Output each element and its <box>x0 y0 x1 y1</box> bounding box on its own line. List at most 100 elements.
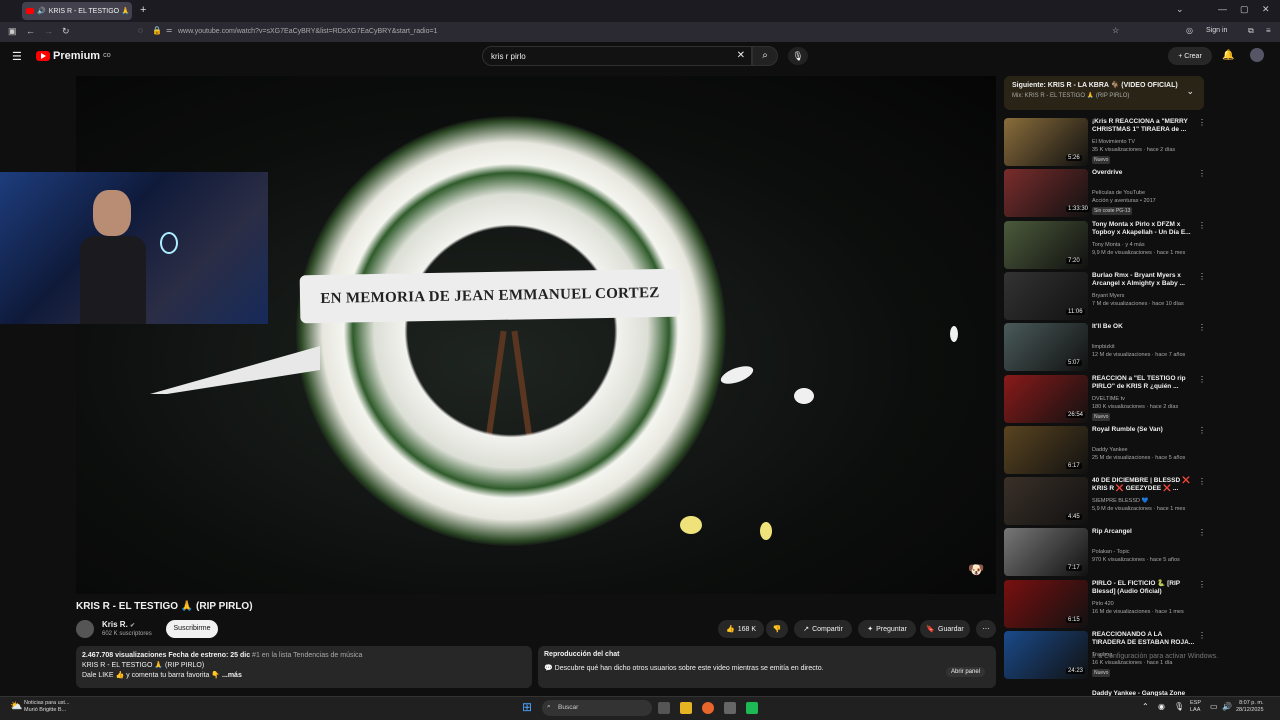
up-next-panel[interactable]: Siguiente: KRIS R - LA KBRA 🐐 (VIDEO OFI… <box>1004 76 1204 110</box>
search-input[interactable]: kris r pirlo ✕ <box>482 46 752 66</box>
calculator-icon[interactable] <box>724 702 736 714</box>
recommendation-item[interactable]: 4:45 40 DE DICIEMBRE | BLESSD ❌ KRIS R ❌ … <box>1004 477 1206 526</box>
task-view-icon[interactable] <box>658 702 670 714</box>
recommendation-item[interactable]: 11:06 Burlao Rmx - Bryant Myers x Arcange… <box>1004 271 1206 320</box>
recommendation-title[interactable]: REACCIONANDO A LA TIRADERA DE ESTABAN RO… <box>1092 631 1196 647</box>
app-icon[interactable] <box>746 702 758 714</box>
share-button[interactable]: ↗ Compartir <box>794 620 852 638</box>
address-bar[interactable]: www.youtube.com/watch?v=sXG7EaCyBRY&list… <box>178 28 437 35</box>
channel-name[interactable]: Kris R. ✔ <box>102 620 135 629</box>
recommendation-channel[interactable]: Daddy Yankee <box>1092 447 1128 453</box>
description-box[interactable]: 2.467.708 visualizaciones Fecha de estre… <box>76 646 532 688</box>
recommendation-channel[interactable]: Polakan - Topic <box>1092 549 1130 555</box>
recommendation-item[interactable]: 6:17 Royal Rumble (Se Van) Daddy Yankee 25 … <box>1004 425 1206 474</box>
recommendation-channel[interactable]: DVELTIME tv <box>1092 396 1125 402</box>
recommendation-title[interactable]: Rip Arcangel <box>1092 528 1196 536</box>
tray-mic-icon[interactable]: 🎙 <box>1174 702 1184 711</box>
more-options-icon[interactable]: ⋮ <box>1198 272 1206 281</box>
lock-icon[interactable]: 🔒 <box>152 26 162 35</box>
taskbar-search[interactable]: ⌕ Buscar <box>542 700 652 716</box>
like-button[interactable]: 👍 168 K <box>718 620 764 638</box>
recommendation-channel[interactable]: Pirlo 420 <box>1092 601 1114 607</box>
extensions-icon[interactable]: ⧉ <box>1248 26 1254 36</box>
recommendation-item[interactable]: 6:15 PIRLO - EL FICTICIO 🐍 [RIP Blessd] (… <box>1004 579 1206 628</box>
search-button[interactable]: ⌕ <box>752 46 778 66</box>
create-button[interactable]: + Crear <box>1168 47 1212 65</box>
open-panel-button[interactable]: Abrir panel <box>946 667 986 677</box>
more-options-icon[interactable]: ⋮ <box>1198 528 1206 537</box>
bookmark-star-icon[interactable]: ☆ <box>1112 26 1119 35</box>
ask-button[interactable]: ✦ Preguntar <box>858 620 916 638</box>
volume-icon[interactable]: 🔊 <box>1222 702 1232 711</box>
save-button[interactable]: 🔖 Guardar <box>920 620 970 638</box>
recommendation-channel[interactable]: Tony Monta · y 4 más <box>1092 242 1145 248</box>
more-options-icon[interactable]: ⋮ <box>1198 221 1206 230</box>
recommendation-title[interactable]: 40 DE DICIEMBRE | BLESSD ❌ KRIS R ❌ GEEZ… <box>1092 477 1196 493</box>
shield-icon[interactable]: ◌ <box>138 26 143 35</box>
more-options-icon[interactable]: ⋮ <box>1198 477 1206 486</box>
sidebar-icon[interactable]: ▣ <box>8 26 17 37</box>
show-more-link[interactable]: ...más <box>222 672 242 679</box>
weather-icon[interactable]: ⛅ <box>10 701 22 712</box>
user-avatar[interactable] <box>1250 48 1264 62</box>
recommendation-channel[interactable]: Bryant Myers <box>1092 293 1124 299</box>
permissions-icon[interactable]: ⚌ <box>166 26 172 34</box>
windows-start-icon[interactable]: ⊞ <box>522 700 532 714</box>
new-tab-button[interactable]: + <box>140 4 146 16</box>
recommendation-item[interactable]: 5:26 ¡Kris R REACCIONA a "MERRY CHRISTMAS… <box>1004 118 1206 166</box>
news-widget[interactable]: Noticias para ust... Murió Brigitte B... <box>24 700 70 714</box>
more-options-icon[interactable]: ⋮ <box>1198 375 1206 384</box>
more-actions-button[interactable]: ⋯ <box>976 620 996 638</box>
recommendation-title[interactable]: Overdrive <box>1092 169 1196 177</box>
notifications-bell-icon[interactable]: 🔔 <box>1222 50 1234 61</box>
hamburger-menu-icon[interactable]: ☰ <box>12 50 22 63</box>
firefox-icon[interactable] <box>702 702 714 714</box>
back-icon[interactable]: ← <box>26 26 35 36</box>
tray-app-icon[interactable]: ◉ <box>1158 702 1165 711</box>
dislike-button[interactable]: 👎 <box>766 620 788 638</box>
recommendation-channel[interactable]: Películas de YouTube <box>1092 190 1145 196</box>
monitor-icon[interactable]: ▭ <box>1210 702 1218 711</box>
recommendation-item[interactable]: 5:07 It'll Be OK limpbizkit 12 M de visuali… <box>1004 323 1206 372</box>
clear-search-icon[interactable]: ✕ <box>737 50 745 61</box>
forward-icon[interactable]: → <box>44 26 53 36</box>
recommendation-title[interactable]: REACCION a "EL TESTIGO rip PIRLO" de KRI… <box>1092 375 1196 391</box>
channel-watermark-icon[interactable]: 🐶 <box>968 562 984 578</box>
youtube-premium-logo[interactable]: Premium CO <box>36 50 111 62</box>
recommendation-channel[interactable]: limpbizkit <box>1092 344 1115 350</box>
file-explorer-icon[interactable] <box>680 702 692 714</box>
subscribe-button[interactable]: Suscribirme <box>166 620 218 638</box>
more-options-icon[interactable]: ⋮ <box>1198 580 1206 589</box>
recommendation-title[interactable]: ¡Kris R REACCIONA a "MERRY CHRISTMAS 1" … <box>1092 118 1196 134</box>
more-options-icon[interactable]: ⋮ <box>1198 169 1206 178</box>
speaker-icon[interactable]: 🔊 <box>37 7 46 15</box>
minimize-button[interactable]: — <box>1218 4 1227 14</box>
reload-icon[interactable]: ↻ <box>62 26 70 37</box>
tray-chevron-icon[interactable]: ⌃ <box>1142 702 1149 711</box>
voice-search-button[interactable]: 🎙 <box>788 47 808 65</box>
browser-tab-active[interactable]: 🔊 KRIS R - EL TESTIGO 🙏 (RI ✕ <box>22 2 132 20</box>
recommendation-item[interactable]: 7:20 Tony Monta x Pirlo x DFZM x Topboy x… <box>1004 220 1206 269</box>
more-options-icon[interactable]: ⋮ <box>1198 118 1206 127</box>
more-options-icon[interactable]: ⋮ <box>1198 631 1206 640</box>
menu-icon[interactable]: ≡ <box>1266 26 1271 35</box>
trending-tag[interactable]: #1 en la lista Tendencias de música <box>252 652 362 659</box>
channel-avatar[interactable] <box>76 620 94 638</box>
recommendation-title[interactable]: Burlao Rmx - Bryant Myers x Arcangel x A… <box>1092 272 1196 288</box>
maximize-button[interactable]: ▢ <box>1240 4 1249 15</box>
language-indicator[interactable]: ESP LAA <box>1190 700 1201 714</box>
recommendation-title[interactable]: Tony Monta x Pirlo x DFZM x Topboy x Aka… <box>1092 221 1196 237</box>
close-window-button[interactable]: ✕ <box>1262 4 1270 15</box>
recommendation-channel[interactable]: El Movimiento TV <box>1092 139 1135 145</box>
recommendation-title[interactable]: It'll Be OK <box>1092 323 1196 331</box>
recommendation-item[interactable]: 1:33:30 Overdrive Películas de YouTube Acci… <box>1004 169 1206 218</box>
sign-in-button[interactable]: Sign in <box>1206 27 1227 34</box>
recommendation-channel[interactable]: SIEMPRE BLESSD 💙 <box>1092 498 1148 504</box>
screenshot-icon[interactable]: ◎ <box>1186 26 1193 35</box>
recommendation-title[interactable]: Royal Rumble (Se Van) <box>1092 426 1196 434</box>
recommendation-title[interactable]: PIRLO - EL FICTICIO 🐍 [RIP Blessd] (Audi… <box>1092 580 1196 596</box>
recommendation-item[interactable]: 7:17 Rip Arcangel Polakan - Topic 970 K vis… <box>1004 528 1206 577</box>
system-clock[interactable]: 8:07 p. m. 28/12/2025 <box>1236 700 1264 714</box>
more-options-icon[interactable]: ⋮ <box>1198 426 1206 435</box>
chevron-down-icon[interactable]: ⌄ <box>1186 86 1194 97</box>
